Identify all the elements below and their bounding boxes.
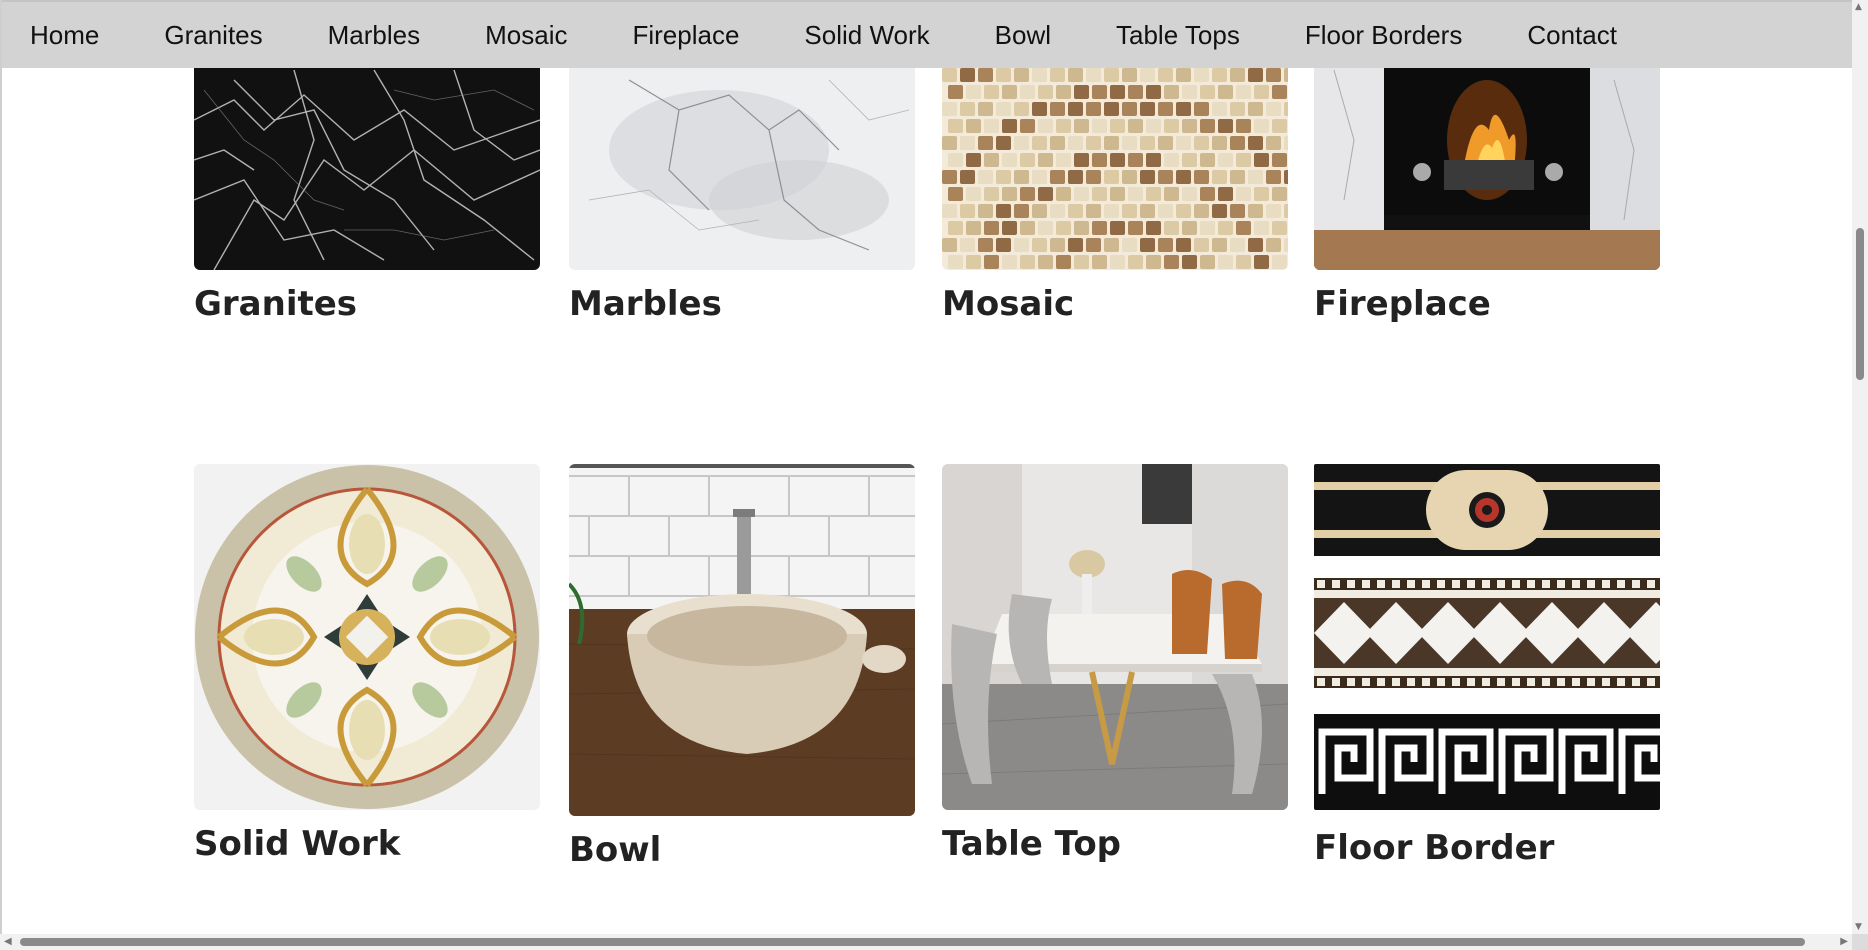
scroll-down-arrow-icon[interactable]: ▼ [1855, 922, 1862, 932]
table-top-image[interactable] [942, 464, 1288, 810]
card-solid-work[interactable]: Solid Work [194, 464, 540, 864]
solid-work-image[interactable] [194, 464, 540, 810]
vertical-scrollbar[interactable]: ▲ ▼ [1852, 0, 1868, 934]
vertical-scroll-thumb[interactable] [1856, 228, 1864, 380]
nav-contact[interactable]: Contact [1499, 2, 1654, 68]
nav-floor-borders[interactable]: Floor Borders [1277, 2, 1500, 68]
bowl-image[interactable] [569, 464, 915, 816]
card-floor-border[interactable]: Floor Border [1314, 464, 1660, 868]
nav-solid-work[interactable]: Solid Work [776, 2, 966, 68]
marbles-caption[interactable]: Marbles [569, 284, 915, 324]
card-table-top[interactable]: Table Top [942, 464, 1288, 864]
top-navigation: Home Granites Marbles Mosaic Fireplace S… [2, 0, 1852, 68]
nav-granites[interactable]: Granites [136, 2, 299, 68]
fireplace-caption[interactable]: Fireplace [1314, 284, 1660, 324]
nav-bowl[interactable]: Bowl [967, 2, 1088, 68]
granites-caption[interactable]: Granites [194, 284, 540, 324]
table-top-caption[interactable]: Table Top [942, 824, 1288, 864]
floor-border-caption[interactable]: Floor Border [1314, 828, 1660, 868]
horizontal-scroll-thumb[interactable] [20, 938, 1805, 946]
nav-marbles[interactable]: Marbles [300, 2, 457, 68]
nav-mosaic[interactable]: Mosaic [457, 2, 604, 68]
nav-table-tops[interactable]: Table Tops [1088, 2, 1277, 68]
nav-fireplace[interactable]: Fireplace [604, 2, 776, 68]
scroll-right-arrow-icon[interactable]: ▶ [1840, 936, 1848, 947]
bowl-caption[interactable]: Bowl [569, 830, 915, 870]
scrollbar-corner [1852, 934, 1868, 950]
floor-border-image[interactable] [1314, 464, 1660, 810]
scroll-left-arrow-icon[interactable]: ◀ [4, 936, 12, 947]
page-viewport: Granites Marbles Mosaic Fireplace Solid … [0, 0, 1852, 934]
card-bowl[interactable]: Bowl [569, 464, 915, 870]
mosaic-caption[interactable]: Mosaic [942, 284, 1288, 324]
horizontal-scrollbar[interactable]: ◀ ▶ [0, 934, 1868, 950]
nav-home[interactable]: Home [2, 2, 136, 68]
scroll-up-arrow-icon[interactable]: ▲ [1855, 2, 1862, 12]
solid-work-caption[interactable]: Solid Work [194, 824, 540, 864]
